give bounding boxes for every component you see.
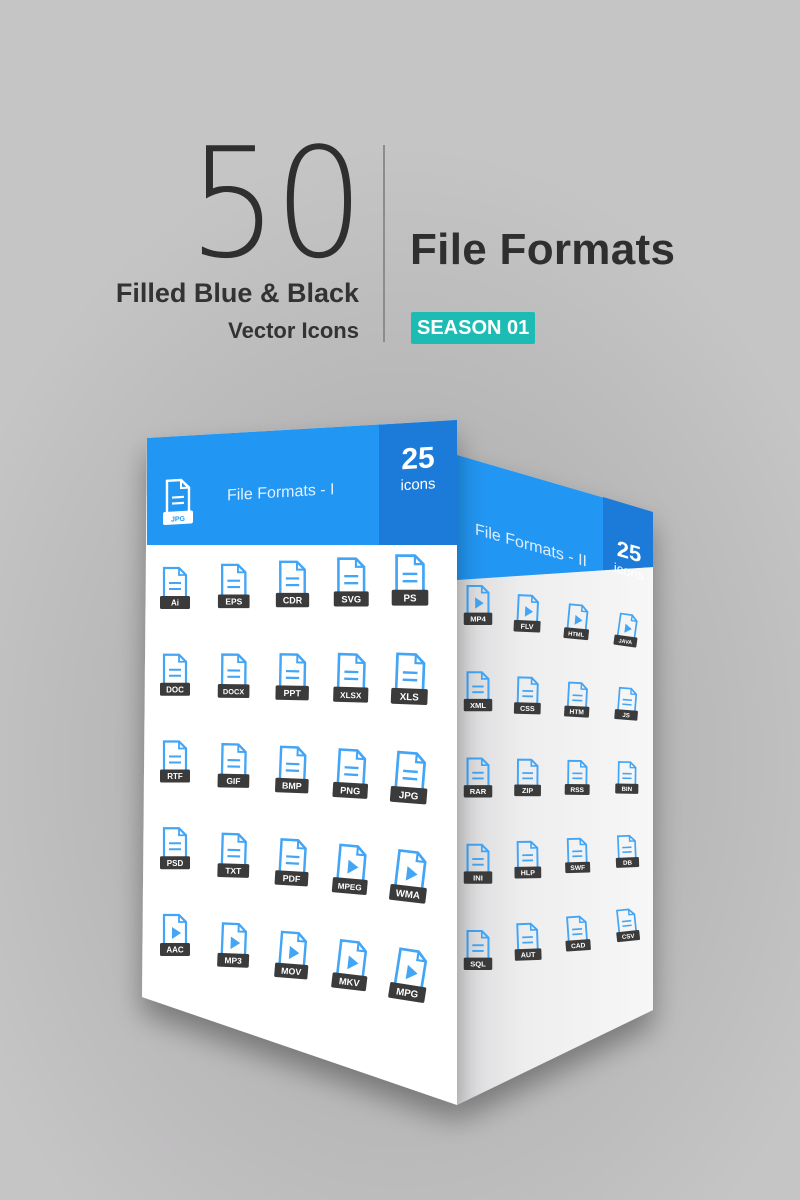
text-line-icon [621,919,632,923]
format-label: MP4 [470,615,486,624]
panel-file-formats-2: File Formats - II 25 icons MP4FLVHTMLJAV… [457,455,653,1105]
text-line-icon [402,678,418,682]
format-label: CSS [520,705,535,713]
format-label: CDR [283,595,303,605]
format-label: HLP [521,869,536,877]
format-label: DOC [166,685,184,694]
text-line-icon [286,855,300,859]
format-label: AAC [166,946,184,955]
format-label: PNG [340,785,361,796]
format-label: RSS [570,787,584,794]
format-label: PDF [282,873,301,884]
format-label: SQL [470,960,486,969]
text-line-icon [572,694,583,697]
text-line-icon [572,699,583,702]
text-line-icon [403,769,418,774]
format-label: MP3 [224,955,242,966]
panel-1-header-icon-label: JPG [171,516,186,524]
format-label: TXT [225,865,242,875]
panel-1-count: 25 [401,441,434,476]
format-label: XLSX [340,691,362,701]
icon-pack-mockup: File Formats - II 25 icons MP4FLVHTMLJAV… [142,420,653,1105]
format-label: RTF [167,772,183,781]
format-label: ZIP [522,787,533,795]
panel-1-count-label: icons [400,475,435,494]
format-label: CSV [622,933,636,941]
format-label: SWF [570,865,585,872]
text-line-icon [285,861,300,865]
format-label: PSD [167,859,184,868]
text-line-icon [402,776,418,781]
format-label: HTM [569,709,584,717]
format-label: DOCX [223,687,244,696]
text-line-icon [344,766,359,770]
text-line-icon [622,924,632,928]
text-line-icon [286,762,300,766]
text-line-icon [572,928,583,931]
text-line-icon [402,671,418,675]
format-label: GIF [226,776,240,786]
text-line-icon [622,703,632,706]
format-label: XML [470,701,486,710]
format-label: FLV [520,623,534,632]
format-label: BIN [621,786,632,793]
text-line-icon [622,698,632,702]
format-label: XLS [400,692,420,704]
format-label: CAD [571,942,586,950]
format-label: EPS [225,596,242,606]
format-label: JPG [398,790,418,802]
format-label: SVG [341,594,361,604]
panel-file-formats-1: JPG File Formats - I 25 icons Ai EPS CDR SV… [142,420,457,1105]
text-line-icon [344,773,359,777]
format-label: INI [473,873,483,882]
format-label: AUT [521,951,537,960]
format-label: PPT [283,688,301,698]
format-label: Ai [171,599,179,608]
format-label: BMP [282,781,302,792]
text-line-icon [285,769,300,772]
format-label: MOV [281,966,302,978]
text-line-icon [572,932,583,936]
format-label: JS [622,712,630,720]
format-label: RAR [470,787,487,796]
format-label: DB [623,859,633,866]
format-label: PS [403,593,417,604]
